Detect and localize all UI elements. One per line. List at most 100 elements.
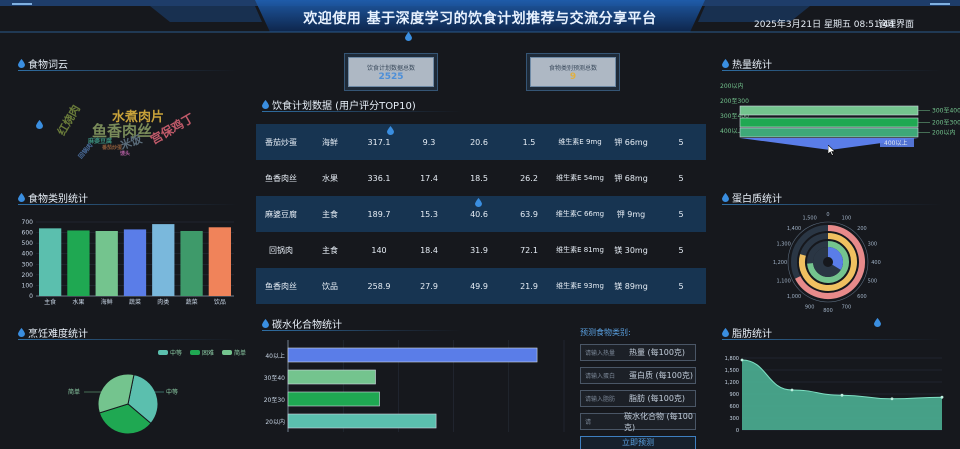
carb-section-title: 碳水化合物统计	[262, 316, 342, 331]
section-label: 饮食计划数据 (用户评分TOP10)	[272, 101, 416, 112]
legend-item[interactable]: 困难	[190, 348, 214, 357]
polar-tick-label: 1,200	[773, 260, 787, 266]
predict-input[interactable]: 请输入热量	[581, 348, 629, 357]
table-cell-mineral: 钾 9mg	[616, 209, 646, 219]
table-cell-protein: 27.9	[420, 281, 438, 291]
bar[interactable]	[123, 229, 147, 296]
table-cell-vitamin: 维生素E 9mg	[558, 138, 602, 146]
table-cell-score: 5	[678, 137, 684, 147]
legend-item[interactable]: 简单	[222, 348, 246, 357]
difficulty-pie-chart: 简单 中等	[68, 373, 178, 435]
table-row[interactable]: 鱼香肉丝 水果 336.1 17.4 18.5 26.2 维生素E 54mg 钾 68mg 5	[256, 160, 706, 196]
data-point[interactable]	[940, 395, 944, 399]
predict-input-row[interactable]: 请碳水化合物 (每100克)	[580, 412, 696, 432]
bar[interactable]	[152, 224, 175, 296]
data-point[interactable]	[890, 397, 894, 401]
water-drop-icon	[18, 328, 25, 337]
funnel-right-label: 300至400	[932, 108, 960, 115]
table-row[interactable]: 鱼香肉丝 饮品 258.9 27.9 49.9 21.9 维生素E 93mg 镁 89mg 5	[256, 268, 706, 304]
y-tick-label: 500	[22, 240, 34, 247]
bar[interactable]	[180, 230, 203, 296]
water-drop-icon	[18, 59, 25, 68]
water-drop-icon	[722, 59, 729, 68]
table-row[interactable]: 回锅肉 主食 140 18.4 31.9 72.1 维生素E 81mg 镁 30mg 5	[256, 232, 706, 268]
mouse-cursor-icon	[827, 144, 836, 159]
water-drop-icon	[722, 328, 729, 337]
predict-input[interactable]: 请输入脂肪	[581, 394, 629, 403]
x-tick-label: 蔬菜	[129, 298, 141, 306]
table-cell-category: 海鲜	[322, 137, 338, 147]
x-tick-label: 主食	[44, 298, 56, 306]
protein-polar-chart: 0 100 200 300 400 500 600 700 800 900 1,000 1,100 1,…	[773, 212, 881, 314]
data-point[interactable]	[840, 393, 844, 397]
polar-tick-label: 500	[868, 278, 878, 284]
predict-input[interactable]: 请输入蛋白	[581, 371, 629, 380]
bar[interactable]	[287, 391, 380, 407]
bar[interactable]	[287, 347, 538, 363]
stat-value: 2525	[378, 72, 404, 82]
y-tick-label: 600	[729, 404, 739, 410]
predict-submit-button[interactable]: 立即预测	[580, 436, 696, 449]
funnel-segment[interactable]	[739, 117, 919, 128]
word-cloud: 水煮肉片 鱼香肉丝 红烧肉 宫保鸡丁 米饭 麻婆豆腐 番茄炒蛋 回锅肉 馒头	[50, 98, 230, 168]
divider	[722, 204, 942, 205]
table-cell-name: 鱼香肉丝	[265, 173, 297, 183]
y-tick-label: 600	[22, 230, 34, 237]
table-cell-name: 鱼香肉丝	[265, 281, 297, 291]
predict-form-title: 预测食物类别:	[580, 328, 631, 337]
bar[interactable]	[287, 369, 376, 385]
funnel-segment[interactable]	[739, 105, 919, 116]
stat-label: 食物类别预测总数	[548, 65, 597, 72]
water-drop-icon	[387, 126, 394, 138]
datetime-display: 2025年3月21日 星期五 08:51:44	[754, 20, 895, 30]
data-point[interactable]	[740, 358, 744, 362]
x-tick-label: 蔬菜	[186, 298, 198, 306]
section-label: 热量统计	[732, 60, 772, 71]
divider	[18, 339, 238, 340]
predict-input[interactable]: 请	[581, 417, 624, 426]
category-section-title: 食物类别统计	[18, 190, 88, 205]
legend-label: 简单	[234, 350, 247, 357]
data-point[interactable]	[790, 388, 794, 392]
polar-tick-label: 1,400	[787, 226, 801, 232]
bar[interactable]	[287, 413, 437, 429]
legend-label: 困难	[202, 350, 215, 357]
table-section-title: 饮食计划数据 (用户评分TOP10)	[262, 97, 416, 112]
predict-input-row[interactable]: 请输入蛋白 蛋白质 (每100克)	[580, 367, 696, 384]
polar-bar[interactable]	[827, 247, 843, 270]
section-label: 食物词云	[28, 60, 68, 71]
table-cell-vitamin: 维生素C 66mg	[555, 210, 605, 218]
table-cell-calorie: 317.1	[367, 137, 391, 147]
y-tick-label: 700	[22, 219, 34, 226]
table-cell-score: 5	[678, 209, 684, 219]
funnel-segment[interactable]	[739, 127, 919, 138]
predict-input-row[interactable]: 请输入脂肪 脂肪 (每100克)	[580, 390, 696, 407]
table-cell-fat: 18.5	[470, 173, 488, 183]
stat-label: 饮食计划数据总数	[366, 65, 415, 72]
polar-tick-label: 1,000	[787, 294, 801, 300]
polar-tick-label: 0	[826, 212, 829, 218]
y-tick-label: 300	[729, 416, 739, 422]
polar-tick-label: 400	[871, 260, 881, 266]
management-link[interactable]: 管理界面	[878, 17, 914, 30]
table-cell-mineral: 镁 30mg	[614, 245, 648, 255]
legend-item[interactable]: 中等	[158, 348, 182, 357]
table-cell-calorie: 258.9	[367, 281, 391, 291]
table-cell-carb: 26.2	[520, 173, 538, 183]
section-label: 食物类别统计	[28, 194, 88, 205]
funnel-left-label: 200以内	[720, 82, 743, 90]
table-row[interactable]: 番茄炒蛋 海鲜 317.1 9.3 20.6 1.5 维生素E 9mg 钾 66mg 5	[256, 124, 706, 160]
table-cell-vitamin: 维生素E 54mg	[556, 174, 604, 182]
bar[interactable]	[39, 228, 62, 296]
word-cloud-word: 番茄炒蛋	[102, 145, 123, 151]
table-cell-calorie: 140	[371, 245, 387, 255]
table-cell-vitamin: 维生素E 93mg	[556, 282, 604, 290]
table-cell-calorie: 336.1	[367, 173, 391, 183]
bar[interactable]	[67, 230, 90, 296]
table-cell-calorie: 189.7	[367, 209, 391, 219]
bar[interactable]	[208, 227, 231, 296]
table-cell-protein: 9.3	[422, 137, 436, 147]
bar[interactable]	[95, 230, 118, 296]
predict-input-row[interactable]: 请输入热量 热量 (每100克)	[580, 344, 696, 361]
diet-plan-table: 番茄炒蛋 海鲜 317.1 9.3 20.6 1.5 维生素E 9mg 钾 66mg 5 鱼香肉丝…	[256, 124, 706, 304]
